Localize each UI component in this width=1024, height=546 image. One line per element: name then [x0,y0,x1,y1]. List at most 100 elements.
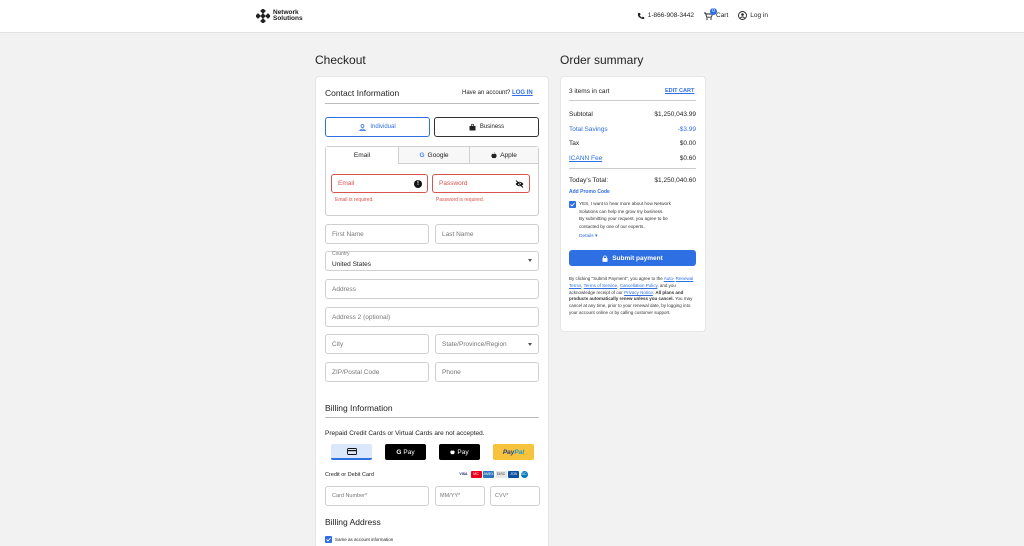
order-summary-title: Order summary [560,53,644,67]
paypal-label-1: Pay [502,448,515,456]
paypal-button[interactable]: Pay Pal [493,444,534,460]
info-icon: ! [414,180,422,188]
apple-pay-button[interactable]: Pay [439,444,480,460]
last-name-field[interactable]: Last Name [435,224,539,244]
phone-icon [637,12,644,19]
auto-renewal-link-1[interactable]: Auto- [664,276,675,281]
country-value: United States [332,260,372,268]
state-select[interactable]: State/Province/Region [435,334,539,354]
savings-label: Total Savings [569,126,608,133]
total-row: Today's Total: $1,250,040.60 [569,177,696,184]
lock-icon [602,254,608,262]
eye-slash-icon[interactable] [515,180,524,188]
tax-label: Tax [569,140,580,147]
google-g-icon: G [396,448,402,456]
card-payment-option[interactable] [331,444,372,460]
login-link-inline[interactable]: LOG IN [512,90,533,96]
phone-link[interactable]: 1-866-908-3442 [637,12,694,20]
google-icon: G [419,151,425,159]
icann-label[interactable]: ICANN Fee [569,155,602,162]
last-name-placeholder: Last Name [442,230,474,238]
discover-icon: DISC [495,471,507,478]
savings-row: Total Savings -$3.99 [569,126,696,133]
subtotal-value: $1,250,043.99 [654,111,696,118]
google-pay-button[interactable]: G Pay [385,444,426,460]
tab-google[interactable]: G Google [398,147,469,164]
submit-payment-button[interactable]: Submit payment [569,250,696,266]
marketing-optin-text: YES, I want to hear more about how Netwo… [579,200,671,230]
briefcase-icon [469,123,476,130]
zip-placeholder: ZIP/Postal Code [332,368,380,376]
email-error: Email is required. [335,197,374,203]
business-toggle[interactable]: Business [434,117,539,137]
phone-field[interactable]: Phone [435,362,539,382]
zip-field[interactable]: ZIP/Postal Code [325,362,429,382]
legal-text: By clicking "Submit Payment", you agree … [569,276,694,315]
prepaid-notice: Prepaid Credit Cards or Virtual Cards ar… [325,430,485,437]
tab-google-label: Google [427,151,449,159]
address2-field[interactable]: Address 2 (optional) [325,307,539,327]
cvv-placeholder: CVV* [495,493,509,499]
mastercard-icon: MC [470,471,482,478]
first-name-placeholder: First Name [332,230,364,238]
divider [569,100,696,101]
terms-of-service-link[interactable]: Terms of Service [584,283,618,288]
divider [325,417,539,418]
credit-debit-label: Credit or Debit Card [325,472,374,478]
same-as-account-checkbox[interactable] [325,536,332,543]
contact-information-heading: Contact Information [325,88,400,98]
subtotal-row: Subtotal $1,250,043.99 [569,111,696,118]
address2-placeholder: Address 2 (optional) [332,313,391,321]
diners-icon: DC [520,471,528,478]
country-select[interactable]: Country United States [325,251,539,271]
address-placeholder: Address [332,285,356,293]
have-account-prompt: Have an account? LOG IN [462,90,533,96]
password-field[interactable]: Password [432,174,530,193]
top-navigation-bar: Network Solutions 1-866-908-3442 0 Cart … [0,0,1024,33]
card-brand-icons: VISA MC AMEX DISC JCB DC [458,471,528,478]
jcb-icon: JCB [508,471,519,478]
total-label: Today's Total: [569,177,609,184]
cvv-field[interactable]: CVV* [490,486,540,506]
subtotal-label: Subtotal [569,111,593,118]
address-field[interactable]: Address [325,279,539,299]
google-pay-label: Pay [403,448,415,456]
individual-label: Individual [370,124,396,130]
logo-line-2: Solutions [273,15,303,22]
password-error: Password is required. [436,197,485,203]
login-link[interactable]: Log in [738,11,768,20]
check-icon [570,202,575,207]
submit-payment-label: Submit payment [612,254,663,262]
login-label: Log in [750,12,768,19]
phone-number: 1-866-908-3442 [647,12,694,19]
expiry-placeholder: MM/YY* [440,493,461,499]
cart-link[interactable]: 0 Cart [704,7,729,20]
edit-cart-link[interactable]: EDIT CART [665,88,694,94]
items-in-cart: 3 items in cart [569,88,610,95]
legal-intro: By clicking "Submit Payment", you agree … [569,276,663,281]
city-field[interactable]: City [325,334,429,354]
privacy-notice-link[interactable]: Privacy Notice [624,290,653,295]
optin-line-4: contacted by one of our experts. [579,223,645,229]
tab-email[interactable]: Email [326,147,398,164]
add-promo-code-link[interactable]: Add Promo Code [569,189,610,195]
first-name-field[interactable]: First Name [325,224,429,244]
marketing-optin-checkbox[interactable] [569,201,576,208]
tab-apple-label: Apple [500,151,517,159]
cancellation-policy-link[interactable]: Cancellation Policy [620,283,658,288]
individual-toggle[interactable]: Individual [325,117,430,137]
email-field[interactable]: Email ! [331,174,428,193]
logo-icon [256,9,270,23]
checkout-title: Checkout [315,53,366,67]
apple-pay-label: Pay [457,448,469,456]
card-number-field[interactable]: Card Number* [325,486,429,506]
cart-label: Cart [716,12,729,19]
tab-apple[interactable]: Apple [469,147,538,164]
password-placeholder: Password [439,180,468,187]
details-toggle[interactable]: Details ▾ [579,234,597,239]
expiry-field[interactable]: MM/YY* [435,486,485,506]
divider [569,168,696,169]
chevron-down-icon: ▾ [595,234,598,239]
network-solutions-logo[interactable]: Network Solutions [256,9,303,23]
cart-count-badge: 0 [710,7,717,15]
